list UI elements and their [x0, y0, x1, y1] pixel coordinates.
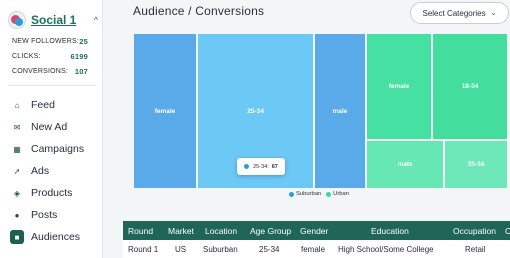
sidebar-item-audiences[interactable]: ■ Audiences — [10, 227, 98, 247]
table-cell: US — [175, 244, 187, 254]
treemap-cell-urban-25-34[interactable]: 25-34 — [444, 140, 508, 189]
cube-icon: ◈ — [13, 188, 21, 198]
table-cell: Suburban — [203, 244, 238, 254]
chart-tooltip: 25-34: 67 — [237, 158, 285, 175]
sidebar-item-label: Feed — [31, 99, 55, 111]
sidebar-item-label: Campaigns — [31, 143, 85, 155]
stat-label: NEW FOLLOWERS: — [12, 37, 79, 45]
column-header[interactable]: C — [505, 221, 510, 240]
cell-label: 25-34 — [247, 107, 264, 115]
stat-conversions: CONVERSIONS: 107 — [12, 64, 88, 78]
stat-clicks: CLICKS: 6199 — [12, 49, 88, 63]
sidebar-item-campaigns[interactable]: ▦ Campaigns — [10, 139, 98, 159]
sidebar-item-posts[interactable]: ● Posts — [10, 205, 98, 225]
chat-icon: ● — [14, 210, 20, 220]
audience-table: Round Market Location Age Group Gender E… — [123, 221, 510, 258]
column-header[interactable]: Market — [168, 221, 194, 240]
table-icon: ▦ — [13, 144, 21, 154]
sidebar: Social 1 ^ NEW FOLLOWERS: 25 CLICKS: 619… — [0, 0, 103, 258]
tooltip-series-dot — [244, 164, 250, 169]
column-header[interactable]: Gender — [300, 221, 328, 240]
stat-label: CONVERSIONS: — [12, 67, 69, 75]
column-header[interactable]: Occupation — [453, 221, 496, 240]
legend-dot — [289, 191, 294, 197]
brand-name[interactable]: Social 1 — [31, 13, 76, 27]
sidebar-item-label: Products — [31, 187, 73, 199]
cell-label: 25-34 — [467, 161, 485, 168]
treemap-chart: female 25-34 male female 18-34 male 25-3… — [133, 33, 508, 189]
table-row[interactable]: Round 1 US Suburban 25-34 female High Sc… — [123, 240, 510, 258]
tooltip-label: 25-34: — [253, 163, 269, 170]
cell-label: male — [397, 161, 413, 168]
stat-value: 107 — [74, 66, 88, 76]
treemap-cell-suburban-male[interactable]: male — [314, 33, 366, 189]
chart-legend: Suburban Urban — [289, 189, 354, 199]
stat-new-followers: NEW FOLLOWERS: 25 — [12, 34, 88, 48]
sidebar-divider — [8, 85, 96, 86]
chevron-up-icon[interactable]: ^ — [94, 15, 98, 25]
sidebar-item-new-ad[interactable]: ✉ New Ad — [10, 117, 98, 137]
treemap-cell-urban-18-34[interactable]: 18-34 — [432, 33, 508, 140]
home-icon: ⌂ — [14, 100, 20, 110]
sidebar-item-products[interactable]: ◈ Products — [10, 183, 98, 203]
main-content: Audience / Conversions Select Categories… — [123, 0, 510, 258]
chevron-down-icon: ⌄ — [490, 10, 497, 17]
legend-item-urban[interactable]: Urban — [326, 191, 349, 197]
cell-label: female — [154, 107, 176, 115]
table-cell: High School/Some College — [338, 244, 434, 254]
sidebar-item-label: New Ad — [31, 121, 68, 133]
stat-value: 6199 — [70, 51, 88, 61]
treemap-cell-urban-male[interactable]: male — [366, 140, 444, 189]
table-cell: 25-34 — [259, 244, 280, 254]
treemap-cell-urban-female[interactable]: female — [366, 33, 432, 140]
legend-dot — [326, 191, 332, 197]
cell-label: female — [388, 83, 410, 90]
brand-switcher[interactable]: Social 1 ^ — [8, 9, 98, 31]
page-title: Audience / Conversions — [133, 4, 265, 18]
sidebar-item-label: Ads — [31, 165, 50, 177]
legend-item-suburban[interactable]: Suburban — [289, 191, 321, 197]
legend-label: Urban — [333, 191, 349, 197]
category-select-label: Select Categories — [422, 8, 486, 18]
treemap-cell-suburban-female[interactable]: female — [133, 33, 197, 189]
brand-logo — [8, 11, 26, 29]
column-header[interactable]: Round — [128, 221, 153, 240]
tooltip-value: 67 — [271, 163, 278, 170]
cell-label: 18-34 — [461, 83, 479, 90]
table-cell: female — [301, 244, 326, 254]
category-select[interactable]: Select Categories ⌄ — [410, 2, 509, 24]
stat-label: CLICKS: — [12, 52, 41, 60]
people-icon: ■ — [10, 230, 24, 244]
stat-value: 25 — [79, 36, 88, 46]
column-header[interactable]: Location — [205, 221, 237, 240]
column-header[interactable]: Age Group — [250, 221, 291, 240]
cell-label: male — [332, 107, 348, 115]
sidebar-item-feed[interactable]: ⌂ Feed — [10, 95, 98, 115]
sidebar-item-label: Audiences — [31, 231, 81, 243]
table-header: Round Market Location Age Group Gender E… — [123, 221, 510, 240]
column-header[interactable]: Education — [371, 221, 409, 240]
sidebar-item-label: Posts — [31, 209, 58, 221]
table-cell: Retail — [465, 244, 486, 254]
cursor-icon: ➚ — [13, 166, 21, 176]
table-cell: Round 1 — [128, 244, 159, 254]
megaphone-icon: ✉ — [13, 122, 21, 132]
legend-label: Suburban — [296, 191, 322, 197]
sidebar-item-ads[interactable]: ➚ Ads — [10, 161, 98, 181]
